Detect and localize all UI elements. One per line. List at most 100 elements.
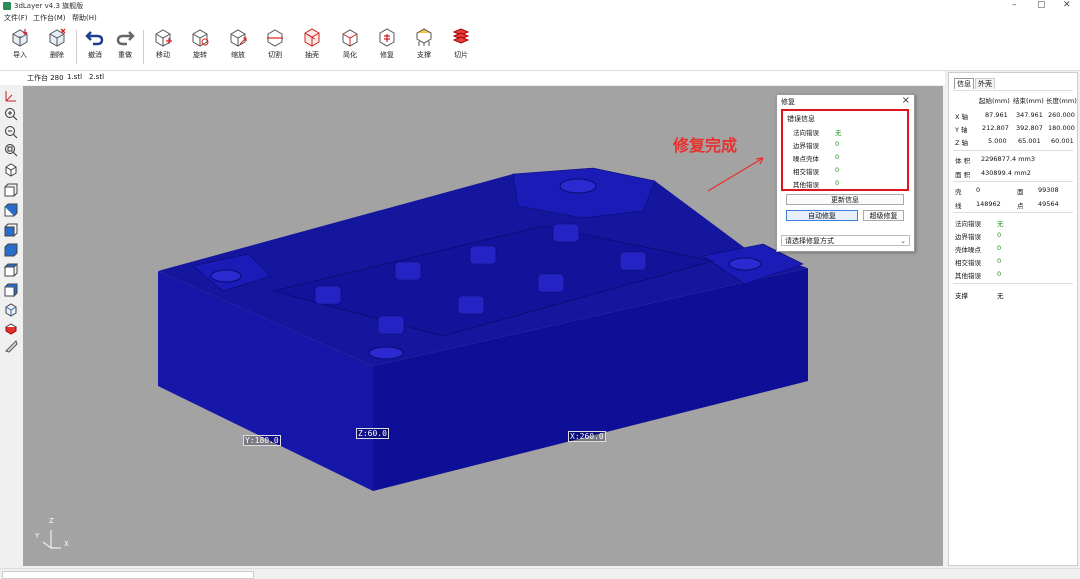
toolbar-label: 导入 <box>13 51 27 59</box>
view-iso-icon[interactable] <box>4 163 18 177</box>
toolbar-label: 抽壳 <box>305 51 319 59</box>
toolbar-label: 旋转 <box>193 51 207 59</box>
import-button[interactable]: 导入 <box>6 27 34 67</box>
menu-bar: 文件(F) 工作台(M) 帮助(H) <box>0 12 1080 24</box>
simplify-button[interactable]: 简化 <box>336 27 364 67</box>
axis-indicator: Z Y X <box>33 516 73 556</box>
section-view-icon[interactable] <box>4 323 18 337</box>
repair-icon <box>379 28 395 47</box>
view-wireframe-icon[interactable] <box>4 303 18 317</box>
workspace-bar: 工作台 280 1.stl 2.stl <box>0 71 945 85</box>
support-icon <box>415 28 433 46</box>
axis-y-label: Y <box>35 532 40 540</box>
view-right-icon[interactable] <box>4 243 18 257</box>
info-panel: 信息 外壳 起始(mm) 结束(mm) 长度(mm) X 轴 87.961 347… <box>948 72 1078 566</box>
error-label: 壳体噪点 <box>955 246 981 254</box>
view-left-icon[interactable] <box>4 223 18 237</box>
toolbar-label: 撤消 <box>88 51 102 59</box>
header-end: 结束(mm) <box>1013 97 1044 105</box>
view-top-icon[interactable] <box>4 263 18 277</box>
dialog-close-icon[interactable]: × <box>902 95 910 106</box>
status-bar <box>0 568 1080 579</box>
support-button[interactable]: 支撑 <box>410 27 438 67</box>
toolbar-label: 切割 <box>268 51 282 59</box>
title-bar: 3dLayer v4.3 旗舰版 – ▢ ✕ <box>0 0 1080 12</box>
close-icon[interactable]: ✕ <box>1063 0 1071 10</box>
slice-icon <box>452 28 470 44</box>
update-info-button[interactable]: 更新信息 <box>786 194 904 205</box>
redo-button[interactable]: 重做 <box>111 27 139 67</box>
undo-button[interactable]: 撤消 <box>81 27 109 67</box>
move-button[interactable]: 移动 <box>149 27 177 67</box>
toolbar-label: 移动 <box>156 51 170 59</box>
axis-length: 260.000 <box>1048 111 1075 119</box>
dialog-title: 修复 <box>781 98 795 106</box>
axis-length: 180.000 <box>1048 124 1075 132</box>
model-hole <box>210 269 242 283</box>
menu-file[interactable]: 文件(F) <box>4 13 28 23</box>
measure-ruler-icon[interactable] <box>4 339 18 353</box>
delete-icon <box>49 28 66 47</box>
toolbar-label: 缩放 <box>231 51 245 59</box>
maximize-icon[interactable]: ▢ <box>1037 0 1046 10</box>
cut-button[interactable]: 切割 <box>261 27 289 67</box>
error-value: 0 <box>835 166 840 174</box>
repair-button[interactable]: 修复 <box>373 27 401 67</box>
toolbar-label: 简化 <box>343 51 357 59</box>
support-label: 支撑 <box>955 292 968 300</box>
view-front-icon[interactable] <box>4 183 18 197</box>
scale-button[interactable]: 缩放 <box>224 27 252 67</box>
view-bottom-icon[interactable] <box>4 283 18 297</box>
axis-icon[interactable] <box>4 89 18 103</box>
tab-shell[interactable]: 外壳 <box>975 78 995 89</box>
face-value: 99308 <box>1038 186 1059 194</box>
axis-z-label: Z <box>49 517 54 525</box>
dimension-z-label: Z:60.0 <box>356 428 389 439</box>
menu-workspace[interactable]: 工作台(M) <box>33 13 66 23</box>
area-value: 430899.4 mm2 <box>981 169 1031 177</box>
axis-start: 5.000 <box>988 137 1007 145</box>
volume-value: 2296877.4 mm3 <box>981 155 1036 163</box>
error-value: 0 <box>997 231 1002 239</box>
point-label: 点 <box>1017 202 1024 210</box>
axis-label: Y 轴 <box>955 126 968 134</box>
minimize-icon[interactable]: – <box>1012 0 1017 10</box>
file-tab[interactable]: 1.stl <box>67 73 82 81</box>
shell-button[interactable]: 抽壳 <box>298 27 326 67</box>
volume-label: 体 积 <box>955 157 971 165</box>
repair-mode-select[interactable]: 请选择修复方式 ⌄ <box>781 235 910 246</box>
3d-viewport[interactable]: Y:180.0 Z:60.0 X:260.0 Z Y X 修复完成 修复 × 错… <box>23 86 943 566</box>
toolbar-label: 切片 <box>454 51 468 59</box>
delete-button[interactable]: 删除 <box>43 27 71 67</box>
zoom-in-icon[interactable] <box>4 107 18 121</box>
line-value: 148962 <box>976 200 1001 208</box>
info-tabs: 信息 外壳 <box>954 78 996 89</box>
point-value: 49564 <box>1038 200 1059 208</box>
axis-end: 347.961 <box>1016 111 1043 119</box>
rotate-button[interactable]: 旋转 <box>186 27 214 67</box>
toolbar-separator <box>76 30 77 64</box>
slice-button[interactable]: 切片 <box>447 27 475 67</box>
file-tab[interactable]: 2.stl <box>89 73 104 81</box>
error-value: 0 <box>835 179 840 187</box>
error-label: 边界错误 <box>793 142 819 150</box>
error-label: 边界错误 <box>955 233 981 241</box>
axis-label: X 轴 <box>955 113 969 121</box>
model-hole <box>559 178 597 194</box>
divider <box>953 150 1073 151</box>
auto-repair-button[interactable]: 自动修复 <box>786 210 858 221</box>
dimension-x-label: X:260.0 <box>568 431 606 442</box>
axis-end: 65.001 <box>1018 137 1041 145</box>
cut-icon <box>267 29 283 47</box>
error-value: 无 <box>835 129 842 137</box>
error-label: 相交错误 <box>955 259 981 267</box>
axis-start: 87.961 <box>985 111 1008 119</box>
tab-info[interactable]: 信息 <box>954 78 974 89</box>
menu-help[interactable]: 帮助(H) <box>72 13 97 23</box>
view-toolbar <box>0 85 22 565</box>
divider <box>953 212 1073 213</box>
zoom-out-icon[interactable] <box>4 125 18 139</box>
zoom-fit-icon[interactable] <box>4 143 18 157</box>
view-back-icon[interactable] <box>4 203 18 217</box>
super-repair-button[interactable]: 超级修复 <box>863 210 904 221</box>
